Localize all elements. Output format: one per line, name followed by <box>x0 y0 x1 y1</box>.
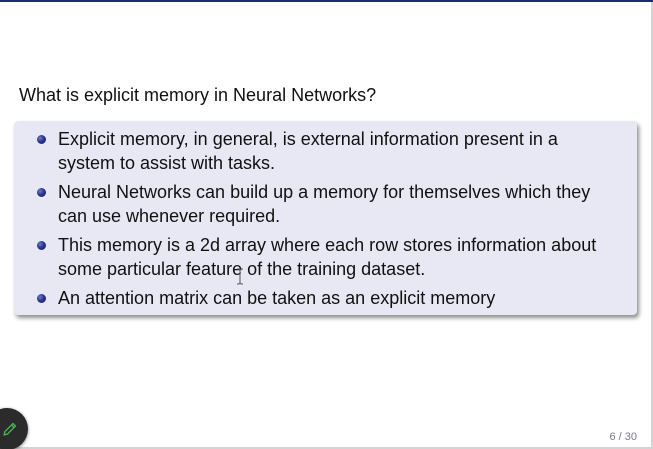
bullet-text: Explicit memory, in general, is external… <box>58 129 558 173</box>
slide-top-bar <box>0 0 653 2</box>
page-number: 6 / 30 <box>609 431 637 443</box>
presentation-slide: What is explicit memory in Neural Networ… <box>0 0 653 449</box>
bullet-text: An attention matrix can be taken as an e… <box>58 288 496 308</box>
bullet-block: Explicit memory, in general, is external… <box>14 121 637 315</box>
bullet-icon <box>37 188 46 197</box>
bullet-item: Explicit memory, in general, is external… <box>37 127 617 175</box>
pencil-icon <box>3 422 17 436</box>
bullet-text: Neural Networks can build up a memory fo… <box>58 182 591 226</box>
bullet-item: Neural Networks can build up a memory fo… <box>37 180 617 228</box>
bullet-icon <box>37 135 46 144</box>
bullet-icon <box>37 294 46 303</box>
bullet-list: Explicit memory, in general, is external… <box>37 127 617 310</box>
bullet-item: An attention matrix can be taken as an e… <box>37 286 617 310</box>
bullet-item: This memory is a 2d array where each row… <box>37 233 617 281</box>
edit-button[interactable] <box>0 408 28 449</box>
bullet-text: This memory is a 2d array where each row… <box>58 235 597 279</box>
bullet-icon <box>37 241 46 250</box>
text-cursor-icon <box>237 268 243 285</box>
slide-title: What is explicit memory in Neural Networ… <box>19 85 377 105</box>
